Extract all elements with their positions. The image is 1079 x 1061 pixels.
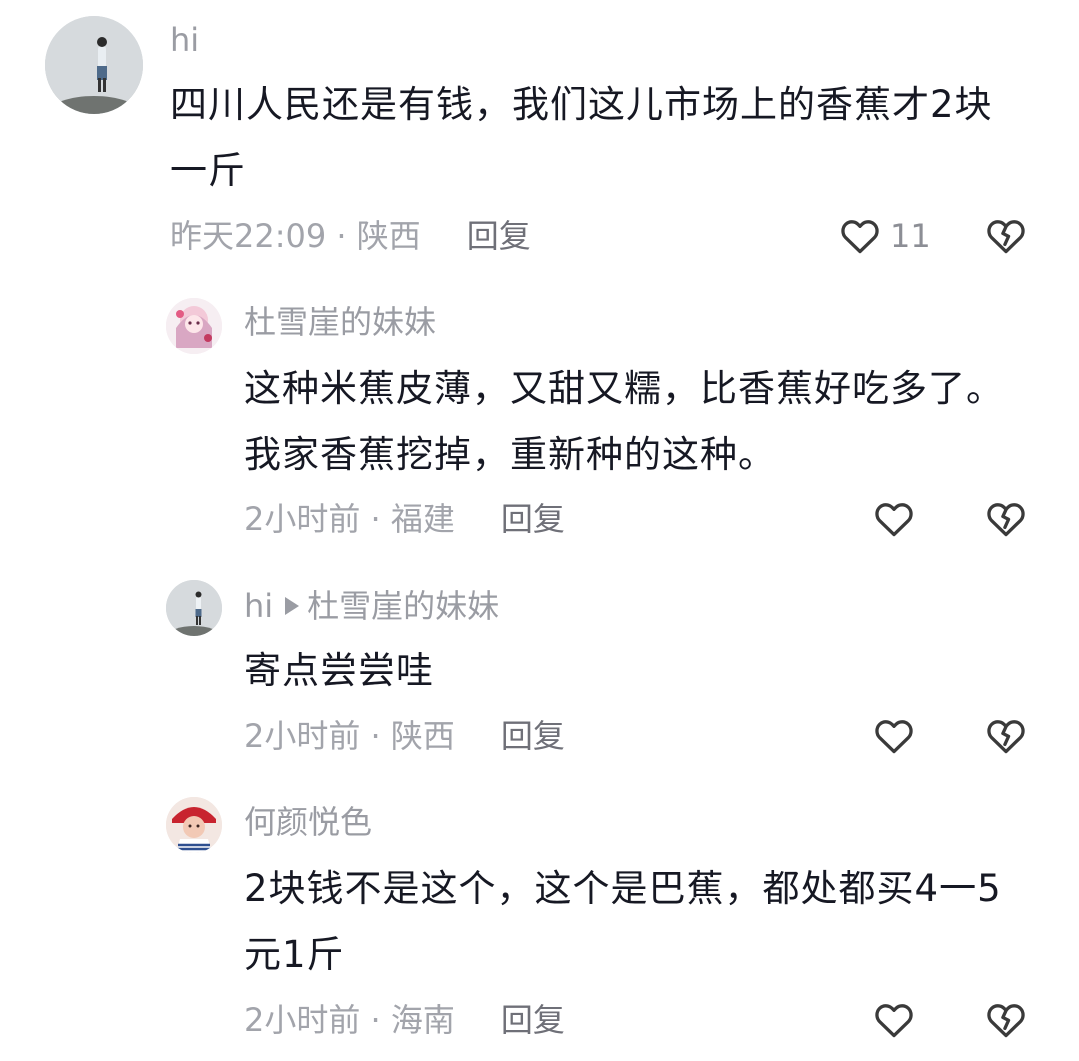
heart-outline-icon	[875, 503, 913, 537]
reply-username[interactable]: 杜雪崖的妹妹	[244, 306, 436, 338]
reply-username[interactable]: hi	[244, 587, 273, 625]
red-hat-person-avatar-icon	[166, 797, 222, 853]
broken-heart-icon	[987, 1004, 1025, 1038]
dislike-button[interactable]	[984, 998, 1028, 1042]
like-count: 11	[890, 217, 931, 255]
reply-time: 2小时前	[244, 1001, 361, 1039]
reply-author-avatar[interactable]	[166, 580, 222, 636]
heart-outline-icon	[841, 220, 879, 254]
reply-button[interactable]: 回复	[501, 1001, 565, 1039]
reply-location: 陕西	[390, 717, 455, 755]
like-button[interactable]: 11	[838, 214, 931, 258]
comment-location: 陕西	[356, 217, 421, 255]
reply-text: 这种米蕉皮薄，又甜又糯，比香蕉好吃多了。我家香蕉挖掉，重新种的这种。	[244, 367, 1004, 476]
like-button[interactable]	[872, 714, 916, 758]
person-standing-on-rock-icon	[45, 16, 143, 114]
reply-author-avatar[interactable]	[166, 298, 222, 354]
meta-separator: ·	[360, 1001, 391, 1039]
reply-author-avatar[interactable]	[166, 797, 222, 853]
reply-to-arrow-icon	[285, 597, 300, 615]
heart-outline-icon	[875, 1004, 913, 1038]
reply-username-line: hi 杜雪崖的妹妹	[244, 590, 499, 622]
broken-heart-icon	[987, 220, 1025, 254]
reply-meta: 2小时前 · 海南 回复	[244, 1004, 565, 1036]
reply-button[interactable]: 回复	[501, 717, 565, 755]
comment-time: 昨天22:09	[170, 217, 327, 255]
reply-time: 2小时前	[244, 717, 361, 755]
broken-heart-icon	[987, 503, 1025, 537]
like-button[interactable]	[872, 497, 916, 541]
comment-author-avatar[interactable]	[45, 16, 143, 114]
meta-separator: ·	[360, 500, 391, 538]
reply-username[interactable]: 何颜悦色	[244, 806, 372, 838]
comment-text: 四川人民还是有钱，我们这儿市场上的香蕉才2块一斤	[170, 83, 993, 192]
reply-meta: 2小时前 · 陕西 回复	[244, 720, 565, 752]
person-standing-on-rock-icon	[166, 580, 222, 636]
reply-meta: 2小时前 · 福建 回复	[244, 503, 565, 535]
reply-location: 海南	[390, 1001, 455, 1039]
reply-location: 福建	[390, 500, 455, 538]
reply-button[interactable]: 回复	[501, 500, 565, 538]
reply-to-username[interactable]: 杜雪崖的妹妹	[307, 587, 499, 625]
dislike-button[interactable]	[984, 714, 1028, 758]
heart-outline-icon	[875, 720, 913, 754]
like-button[interactable]	[872, 998, 916, 1042]
anime-girl-avatar-icon	[166, 298, 222, 354]
reply-text: 寄点尝尝哇	[244, 649, 434, 692]
meta-separator: ·	[360, 717, 391, 755]
meta-separator: ·	[326, 217, 357, 255]
reply-text: 2块钱不是这个，这个是巴蕉，都处都买4一5元1斤	[244, 867, 1002, 976]
dislike-button[interactable]	[984, 497, 1028, 541]
comment-meta: 昨天22:09 · 陕西 回复	[170, 220, 531, 252]
comment-username[interactable]: hi	[170, 24, 199, 56]
broken-heart-icon	[987, 720, 1025, 754]
dislike-button[interactable]	[984, 214, 1028, 258]
reply-time: 2小时前	[244, 500, 361, 538]
reply-button[interactable]: 回复	[467, 217, 531, 255]
